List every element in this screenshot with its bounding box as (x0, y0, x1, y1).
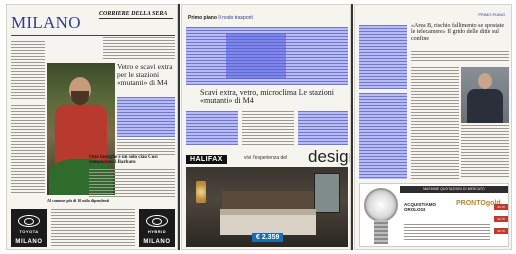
portrait-photo (461, 67, 509, 123)
annotated-column-left (359, 25, 407, 89)
bed-headboard (222, 191, 314, 209)
article-column-3 (298, 111, 348, 145)
newspaper-page-right: PRIMO PIANO «Area B, rischio fallimento … (354, 4, 512, 250)
ad-city-label: MILANO (15, 239, 43, 245)
section-label: Primo piano (188, 15, 217, 21)
newspaper-name: CORRIERE DELLA SERA (99, 11, 168, 17)
page-headline: «Area B, rischio fallimento se spostate … (411, 23, 504, 42)
bed (220, 209, 316, 235)
main-article-text (117, 139, 175, 155)
watch-band (374, 220, 388, 244)
secondary-headline: Otto famiglie e un solo ciao Così comand… (89, 155, 158, 166)
halifax-tagline: vivi l'esperienza del (244, 155, 288, 161)
annotated-figure (226, 33, 286, 79)
photo-beard (71, 91, 89, 105)
newspaper-page-left: MILANO CORRIERE DELLA SERA Vetro e scavi… (6, 4, 178, 250)
masthead-divider (99, 18, 173, 19)
watch-ad-text (404, 224, 490, 242)
bedroom-ad-photo: € 2.359 (186, 167, 348, 247)
page-gutter (351, 4, 353, 250)
left-column-text-lower (11, 105, 45, 195)
article-column-2 (242, 111, 294, 145)
watch-icon (364, 188, 398, 222)
article-column-right (461, 125, 509, 179)
masthead-rule (11, 35, 175, 36)
bedroom-window (314, 173, 340, 213)
masthead-milano: MILANO (11, 13, 81, 32)
portrait-suit (467, 89, 503, 123)
portrait-head (478, 73, 492, 89)
ad-brand-label: TOYOTA (19, 229, 39, 234)
page-gutter (178, 4, 180, 250)
bedroom-lamp (196, 181, 206, 203)
main-headline: Vetro e scavi extra per le stazioni «mut… (117, 62, 173, 87)
article-column-left (359, 93, 407, 179)
subheadline-text (411, 51, 509, 63)
toyota-logo-icon (18, 215, 40, 227)
section-label-right: PRIMO PIANO (478, 12, 505, 17)
watch-ad-header: MASSIME QUOTAZIONI DI MERCATO (400, 186, 508, 193)
main-article-annotated (117, 97, 175, 137)
left-column-text (11, 41, 45, 101)
halifax-design-word: design (308, 147, 350, 166)
toyota-logo-icon (146, 215, 168, 227)
secondary-article-text (89, 169, 175, 197)
ad-toyota-left: TOYOTA MILANO (11, 209, 47, 247)
article-column-1 (186, 111, 238, 145)
ad-toyota-right: HYBRID MILANO (139, 209, 175, 247)
section-sub: Il nodo trasporti (218, 15, 253, 21)
watch-ad-price: 34,70 (494, 228, 508, 234)
watch-ad: MASSIME QUOTAZIONI DI MERCATO ACQUISTIAM… (359, 183, 509, 247)
price-badge: € 2.359 (252, 233, 284, 242)
watch-ad-acquisto: ACQUISTIAMO OROLOGI (404, 202, 436, 212)
footer-headline: Al comune più di 10 mila dipendenti (47, 199, 110, 203)
page-headline: Scavi extra, vetro, microclima Le stazio… (200, 88, 334, 106)
watch-ad-price: 34,70 (494, 204, 508, 210)
newspaper-page-middle: Primo piano Il nodo trasporti Scavi extr… (181, 4, 351, 250)
ad-city-label: MILANO (143, 239, 171, 245)
ad-hybrid-label: HYBRID (147, 229, 167, 234)
bottom-article-text (51, 209, 135, 247)
section-title: Primo piano Il nodo trasporti (188, 15, 253, 21)
watch-ad-price: 34,70 (494, 216, 508, 222)
top-right-articles (103, 37, 175, 59)
article-column-middle (411, 67, 459, 179)
halifax-logo: HALIFAX (186, 155, 227, 164)
